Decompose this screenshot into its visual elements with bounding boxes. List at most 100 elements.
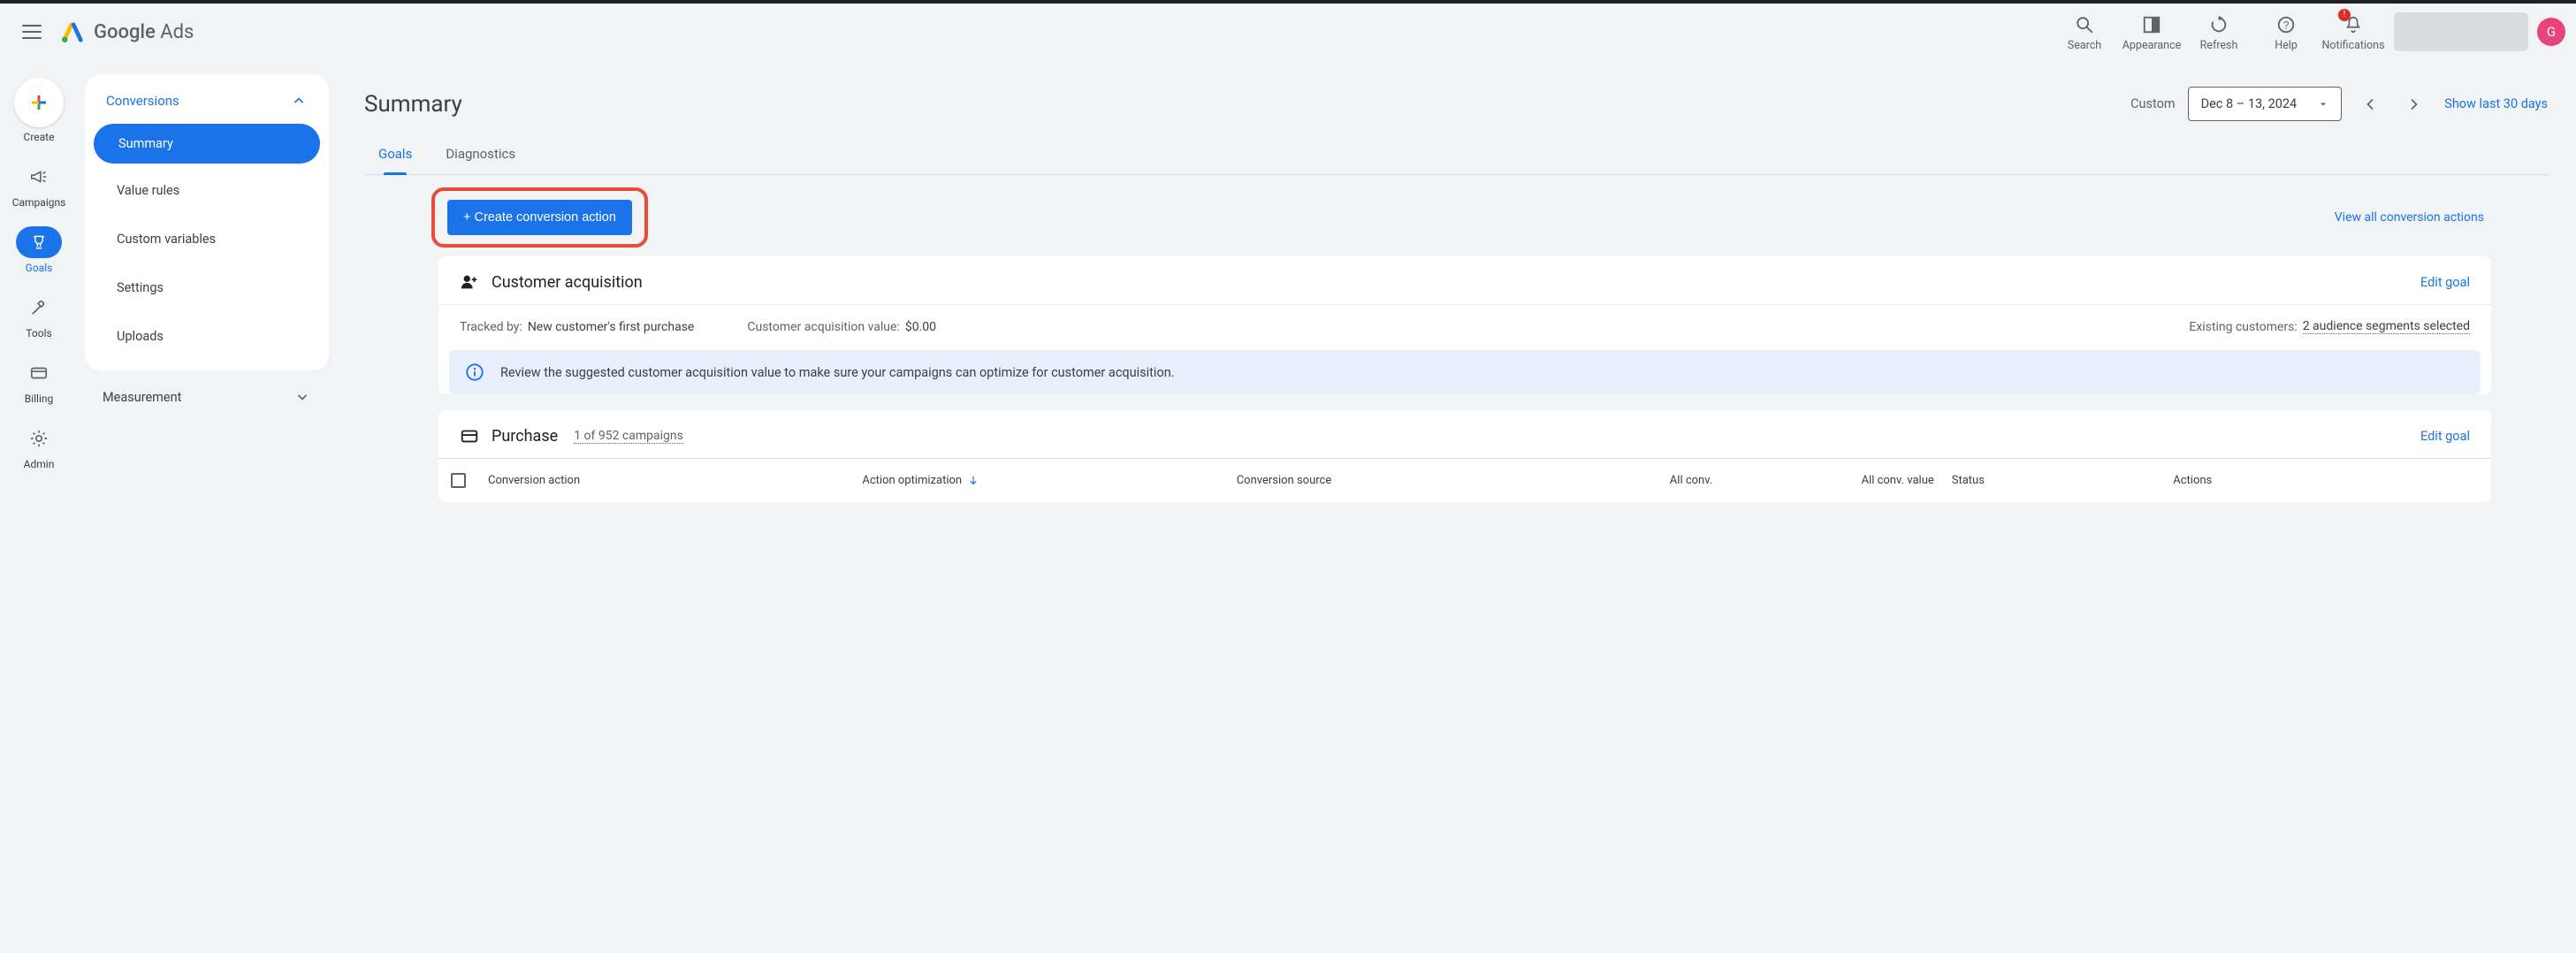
logo-text: Google Ads (94, 21, 194, 43)
main-menu-button[interactable] (11, 11, 53, 53)
tabs: Goals Diagnostics (364, 132, 2549, 175)
billing-nav[interactable]: Billing (0, 354, 78, 416)
sidebar-measurement-toggle[interactable]: Measurement (85, 374, 329, 420)
tools-icon (29, 298, 49, 317)
campaigns-label: Campaigns (12, 196, 66, 209)
billing-label: Billing (25, 393, 54, 405)
help-action[interactable]: ? Help (2252, 9, 2320, 56)
sidebar-conversions-toggle[interactable]: Conversions (92, 80, 322, 120)
audience-segments-link[interactable]: 2 audience segments selected (2303, 319, 2470, 334)
date-mode-label: Custom (2130, 96, 2176, 111)
appearance-label: Appearance (2123, 39, 2182, 52)
sidebar: Conversions Summary Value rules Custom v… (85, 74, 329, 953)
select-all-checkbox[interactable] (451, 473, 466, 488)
content-header: Summary Custom Dec 8 – 13, 2024 Show las… (364, 78, 2549, 128)
gads-logo-icon (60, 19, 85, 44)
chevron-up-icon (290, 92, 308, 110)
trophy-icon (30, 233, 48, 251)
date-range-selector[interactable]: Dec 8 – 13, 2024 (2188, 87, 2343, 121)
col-conversion-source[interactable]: Conversion source (1228, 468, 1500, 493)
next-period-button[interactable] (2398, 88, 2430, 120)
refresh-icon (2209, 15, 2229, 34)
col-conversion-action[interactable]: Conversion action (479, 468, 853, 493)
google-ads-logo[interactable]: Google Ads (60, 19, 194, 44)
svg-text:?: ? (2283, 19, 2290, 31)
page-title: Summary (364, 91, 462, 118)
tracked-by: Tracked by: New customer's first purchas… (460, 320, 694, 334)
topbar-actions: Search Appearance Refresh ? Help ! No (2051, 9, 2565, 56)
chevron-down-icon (293, 388, 311, 406)
col-all-conv-value[interactable]: All conv. value (1721, 468, 1942, 493)
col-actions[interactable]: Actions (2164, 468, 2488, 493)
view-all-conversion-actions-link[interactable]: View all conversion actions (2335, 210, 2549, 225)
customer-acq-details-row: Tracked by: New customer's first purchas… (438, 305, 2491, 343)
sort-desc-icon (967, 475, 979, 487)
profile-avatar[interactable]: G (2537, 18, 2565, 46)
search-action[interactable]: Search (2051, 9, 2118, 56)
highlight-annotation: + Create conversion action (431, 187, 648, 248)
sidebar-conversions-card: Conversions Summary Value rules Custom v… (85, 74, 329, 370)
goals-label: Goals (26, 262, 53, 274)
purchase-table-header: Conversion action Action optimization Co… (438, 458, 2491, 502)
conversions-title: Conversions (106, 93, 179, 109)
purchase-card: Purchase 1 of 952 campaigns Edit goal Co… (438, 410, 2491, 502)
date-range-value: Dec 8 – 13, 2024 (2201, 96, 2298, 111)
hamburger-icon (22, 25, 42, 39)
refresh-label: Refresh (2200, 39, 2238, 52)
sidebar-item-settings[interactable]: Settings (92, 264, 322, 311)
help-label: Help (2275, 39, 2298, 52)
tools-nav[interactable]: Tools (0, 288, 78, 350)
card-title-purchase: Purchase 1 of 952 campaigns (460, 426, 683, 446)
card-icon (29, 363, 49, 383)
refresh-action[interactable]: Refresh (2185, 9, 2252, 56)
topbar: Google Ads Search Appearance Refresh ? (0, 0, 2576, 60)
create-conversion-action-button[interactable]: + Create conversion action (447, 200, 632, 235)
create-button[interactable]: Create (0, 74, 78, 154)
tools-label: Tools (26, 327, 51, 339)
prev-period-button[interactable] (2354, 88, 2386, 120)
sidebar-item-summary[interactable]: Summary (94, 124, 320, 164)
sidebar-item-value-rules[interactable]: Value rules (92, 167, 322, 214)
goals-nav[interactable]: Goals (0, 223, 78, 285)
measurement-title: Measurement (103, 390, 181, 405)
col-status[interactable]: Status (1943, 468, 2164, 493)
campaigns-nav[interactable]: Campaigns (0, 157, 78, 219)
appearance-action[interactable]: Appearance (2118, 9, 2185, 56)
tab-goals[interactable]: Goals (375, 137, 415, 174)
purchase-campaigns-link[interactable]: 1 of 952 campaigns (574, 429, 683, 444)
left-rail: Create Campaigns Goals Tools Billing Adm… (0, 64, 78, 953)
search-label: Search (2068, 39, 2101, 52)
create-label: Create (24, 131, 55, 143)
notifications-label: Notifications (2321, 39, 2384, 52)
action-bar: + Create conversion action View all conv… (364, 187, 2549, 248)
info-banner-text: Review the suggested customer acquisitio… (500, 365, 1175, 380)
admin-label: Admin (24, 458, 55, 470)
date-controls: Custom Dec 8 – 13, 2024 Show last 30 day… (2130, 87, 2549, 121)
sidebar-item-uploads[interactable]: Uploads (92, 313, 322, 360)
help-icon: ? (2276, 15, 2296, 34)
customer-acquisition-card: Customer acquisition Edit goal Tracked b… (438, 256, 2491, 394)
admin-nav[interactable]: Admin (0, 419, 78, 481)
account-selector[interactable] (2394, 12, 2528, 51)
tab-diagnostics[interactable]: Diagnostics (442, 137, 519, 174)
card-title-customer-acq: Customer acquisition (460, 272, 643, 292)
col-all-conv[interactable]: All conv. (1500, 468, 1721, 493)
megaphone-icon (29, 167, 49, 187)
appearance-icon (2142, 15, 2161, 34)
chevron-left-icon (2361, 95, 2379, 113)
info-icon (465, 362, 484, 382)
sidebar-item-custom-variables[interactable]: Custom variables (92, 216, 322, 263)
main-content: Summary Custom Dec 8 – 13, 2024 Show las… (350, 67, 2576, 518)
col-action-optimization[interactable]: Action optimization (853, 468, 1227, 493)
gear-icon (29, 429, 49, 448)
notification-badge: ! (2338, 9, 2351, 21)
notifications-action[interactable]: ! Notifications (2320, 9, 2387, 56)
search-icon (2075, 15, 2094, 34)
edit-goal-customer-acq[interactable]: Edit goal (2420, 275, 2470, 290)
person-add-icon (460, 272, 479, 292)
show-last-30-link[interactable]: Show last 30 days (2443, 96, 2549, 111)
edit-goal-purchase[interactable]: Edit goal (2420, 429, 2470, 444)
plus-multicolor-icon (28, 92, 50, 113)
purchase-card-icon (460, 426, 479, 446)
acq-value: Customer acquisition value: $0.00 (747, 320, 936, 334)
